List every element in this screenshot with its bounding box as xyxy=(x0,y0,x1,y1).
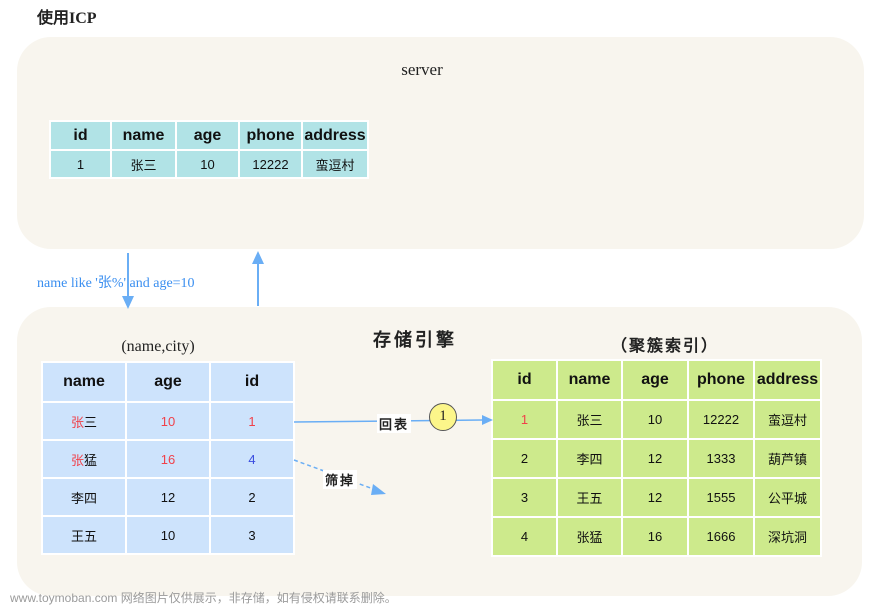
query-down-arrow-head xyxy=(122,296,134,309)
result-up-arrow-head xyxy=(252,251,264,264)
connector-arrows xyxy=(122,251,493,495)
back-to-table-arrow-head xyxy=(482,415,493,425)
filtered-arrow-head xyxy=(371,484,386,495)
back-to-table-label: 回表 xyxy=(377,414,412,433)
watermark: www.toymoban.com 网络图片仅供展示，非存储，如有侵权请联系删除。 xyxy=(10,591,397,605)
filtered-out-label: 筛掉 xyxy=(323,470,358,489)
step-number-badge: 1 xyxy=(429,403,457,431)
